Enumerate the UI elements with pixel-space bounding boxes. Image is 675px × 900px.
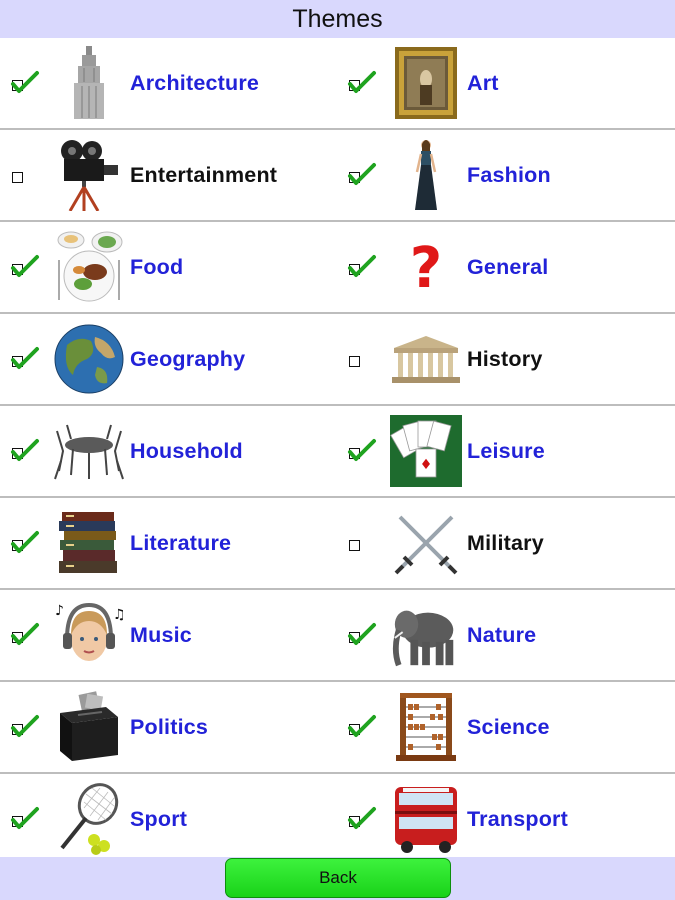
svg-text:♦: ♦ [420, 457, 433, 473]
theme-label-household: Household [130, 439, 243, 463]
theme-row: Politics Science [0, 682, 675, 774]
theme-checkbox-science[interactable] [347, 714, 377, 740]
theme-checkbox-art[interactable] [347, 70, 377, 96]
theme-label-food: Food [130, 255, 184, 279]
theme-label-geography: Geography [130, 347, 246, 371]
theme-item-music[interactable]: ♪ ♫ Music [0, 590, 337, 680]
elephant-icon [389, 596, 463, 674]
playing-cards-icon: ♦ [389, 412, 463, 490]
double-decker-bus-icon [389, 780, 463, 858]
theme-checkbox-entertainment[interactable] [10, 162, 40, 188]
theme-row: Sport Transport [0, 774, 675, 866]
theme-checkbox-architecture[interactable] [10, 70, 40, 96]
checkbox-square [349, 356, 360, 367]
theme-item-military[interactable]: Military [337, 498, 674, 588]
theme-item-architecture[interactable]: Architecture [0, 38, 337, 128]
theme-item-nature[interactable]: Nature [337, 590, 674, 680]
theme-checkbox-music[interactable] [10, 622, 40, 648]
theme-item-history[interactable]: History [337, 314, 674, 404]
checkbox-square [12, 172, 23, 183]
theme-item-general[interactable]: ? General [337, 222, 674, 312]
theme-item-art[interactable]: Art [337, 38, 674, 128]
svg-text:?: ? [410, 237, 442, 297]
table-and-chairs-icon [52, 412, 126, 490]
theme-item-transport[interactable]: Transport [337, 774, 674, 864]
theme-row: ♪ ♫ Music Nature [0, 590, 675, 682]
theme-checkbox-geography[interactable] [10, 346, 40, 372]
abacus-icon [389, 688, 463, 766]
theme-item-entertainment[interactable]: Entertainment [0, 130, 337, 220]
greek-temple-icon [389, 320, 463, 398]
theme-item-science[interactable]: Science [337, 682, 674, 772]
theme-checkbox-general[interactable] [347, 254, 377, 280]
theme-item-literature[interactable]: Literature [0, 498, 337, 588]
title-bar: Themes [0, 0, 675, 38]
question-mark-icon: ? [389, 228, 463, 306]
theme-item-fashion[interactable]: Fashion [337, 130, 674, 220]
theme-label-nature: Nature [467, 623, 537, 647]
theme-label-entertainment: Entertainment [130, 163, 278, 187]
theme-checkbox-nature[interactable] [347, 622, 377, 648]
back-button[interactable]: Back [225, 858, 451, 898]
theme-checkbox-transport[interactable] [347, 806, 377, 832]
theme-checkbox-fashion[interactable] [347, 162, 377, 188]
theme-row: Household ♦ Leisure [0, 406, 675, 498]
model-in-dress-icon [389, 136, 463, 214]
book-stack-icon [52, 504, 126, 582]
theme-checkbox-leisure[interactable] [347, 438, 377, 464]
headphones-girl-icon: ♪ ♫ [52, 596, 126, 674]
theme-checkbox-sport[interactable] [10, 806, 40, 832]
framed-painting-icon [389, 44, 463, 122]
theme-label-history: History [467, 347, 543, 371]
theme-item-politics[interactable]: Politics [0, 682, 337, 772]
theme-label-literature: Literature [130, 531, 232, 555]
theme-label-transport: Transport [467, 807, 568, 831]
theme-item-leisure[interactable]: ♦ Leisure [337, 406, 674, 496]
ballot-box-icon [52, 688, 126, 766]
theme-label-art: Art [467, 71, 499, 95]
theme-checkbox-history[interactable] [347, 346, 377, 372]
theme-label-leisure: Leisure [467, 439, 545, 463]
crossed-swords-icon [389, 504, 463, 582]
theme-label-science: Science [467, 715, 550, 739]
theme-label-military: Military [467, 531, 544, 555]
theme-row: Entertainment Fashion [0, 130, 675, 222]
theme-row: Food ? General [0, 222, 675, 314]
theme-label-politics: Politics [130, 715, 209, 739]
theme-row: Geography History [0, 314, 675, 406]
theme-item-food[interactable]: Food [0, 222, 337, 312]
theme-label-fashion: Fashion [467, 163, 551, 187]
theme-checkbox-military[interactable] [347, 530, 377, 556]
theme-label-architecture: Architecture [130, 71, 260, 95]
page-title: Themes [292, 4, 383, 33]
theme-checkbox-household[interactable] [10, 438, 40, 464]
food-plates-icon [52, 228, 126, 306]
theme-label-sport: Sport [130, 807, 188, 831]
theme-label-music: Music [130, 623, 192, 647]
checkbox-square [349, 540, 360, 551]
theme-row: Architecture Art [0, 38, 675, 130]
theme-checkbox-food[interactable] [10, 254, 40, 280]
tennis-racket-icon [52, 780, 126, 858]
theme-item-sport[interactable]: Sport [0, 774, 337, 864]
theme-item-household[interactable]: Household [0, 406, 337, 496]
svg-text:♫: ♫ [113, 607, 125, 623]
movie-camera-icon [52, 136, 126, 214]
skyscraper-icon [52, 44, 126, 122]
theme-checkbox-politics[interactable] [10, 714, 40, 740]
svg-text:♪: ♪ [55, 603, 64, 619]
theme-row: Literature Military [0, 498, 675, 590]
theme-label-general: General [467, 255, 549, 279]
theme-item-geography[interactable]: Geography [0, 314, 337, 404]
globe-icon [52, 320, 126, 398]
theme-checkbox-literature[interactable] [10, 530, 40, 556]
